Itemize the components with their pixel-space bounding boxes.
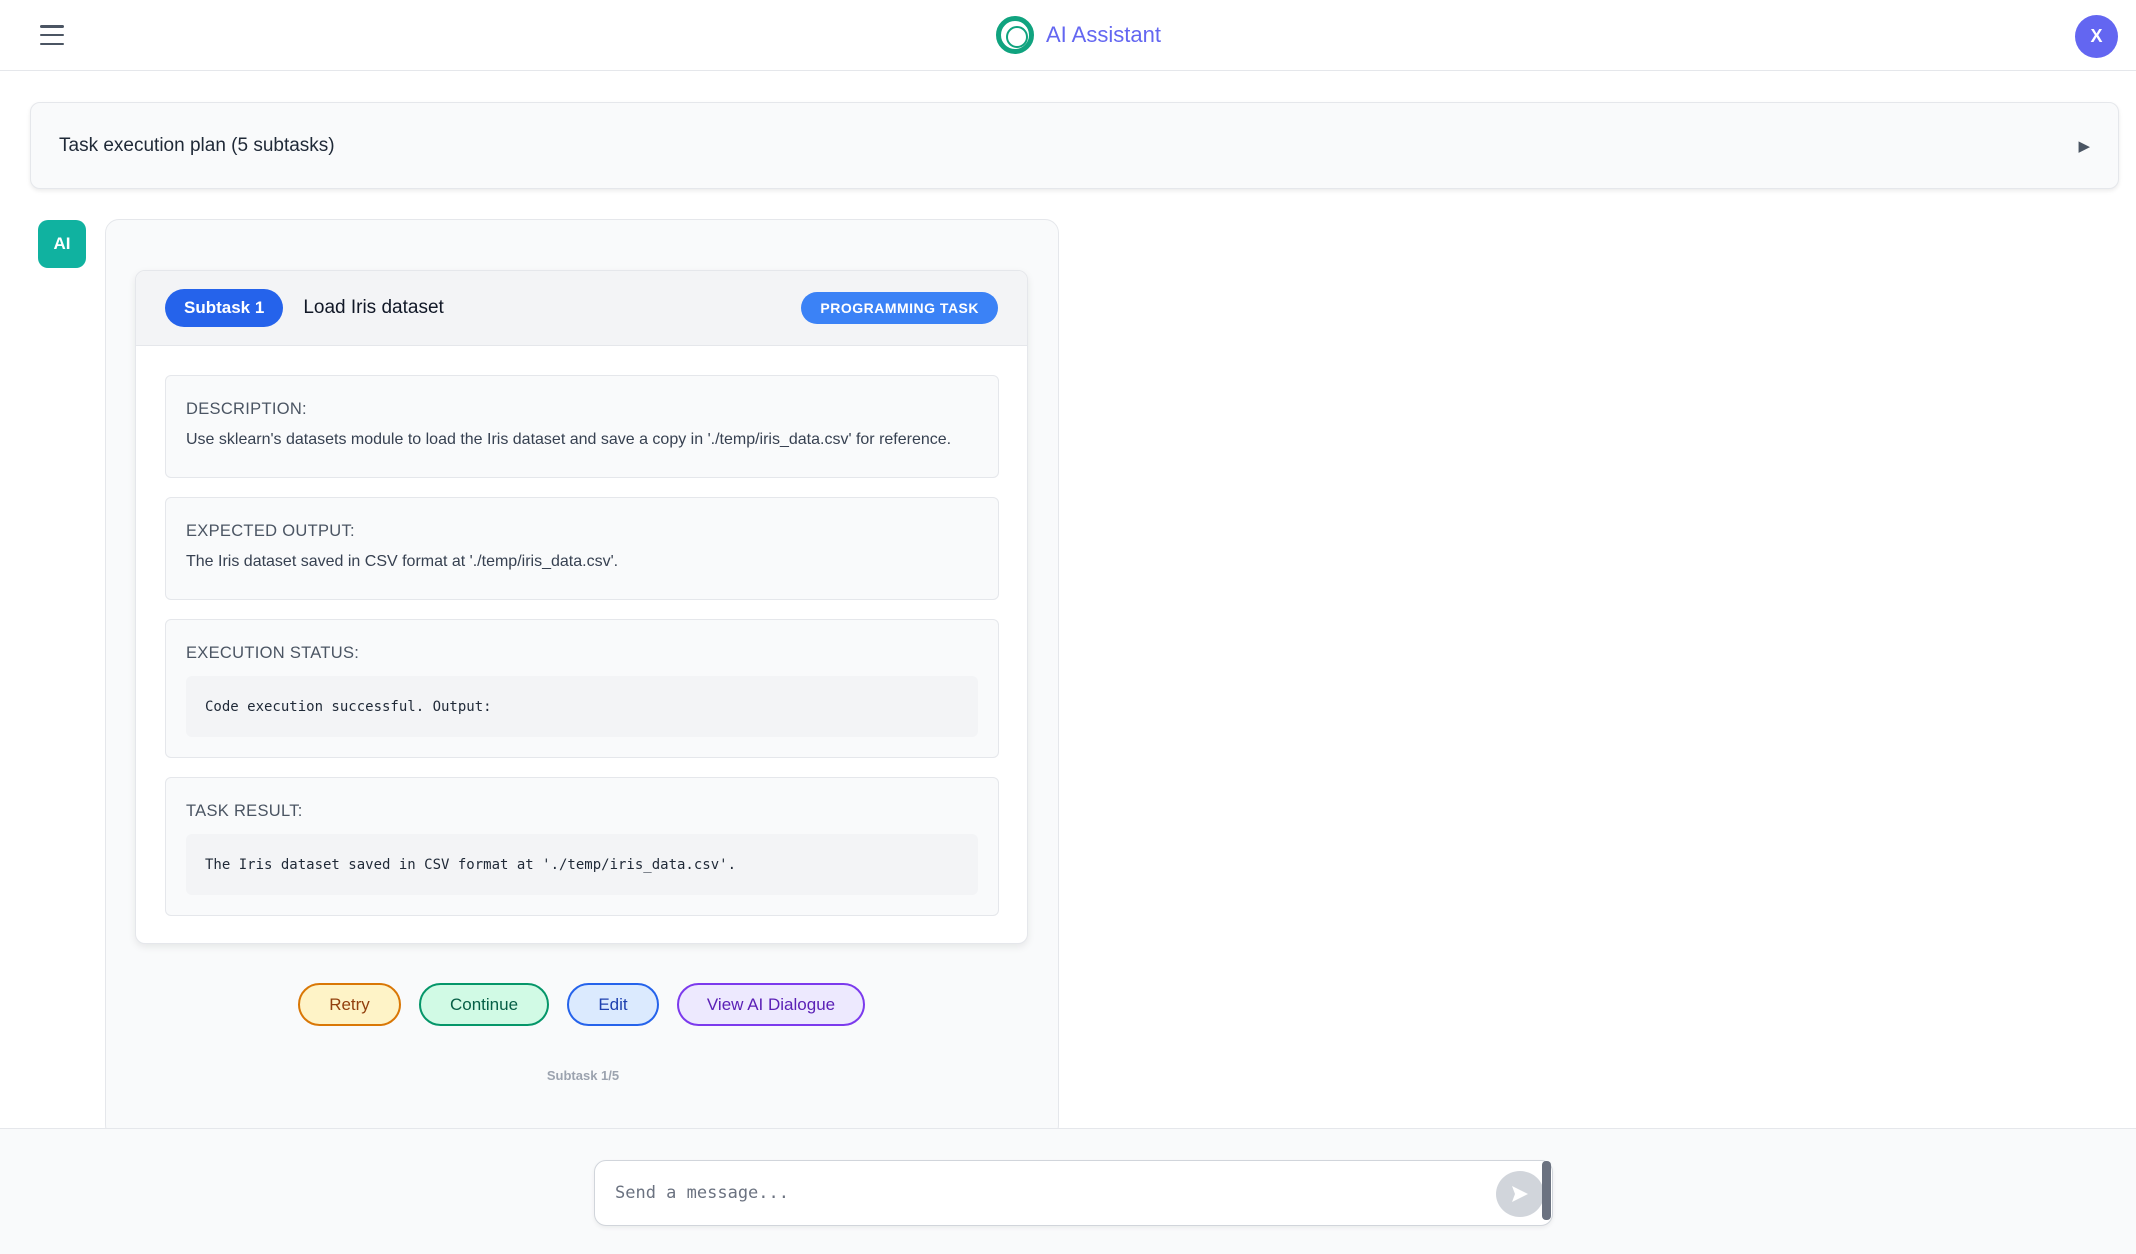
task-type-badge: PROGRAMMING TASK [801, 292, 998, 324]
task-result-section: TASK RESULT: The Iris dataset saved in C… [165, 777, 999, 916]
description-section: DESCRIPTION: Use sklearn's datasets modu… [165, 375, 999, 478]
subtask-progress: Subtask 1/5 [546, 1068, 620, 1083]
ai-avatar: AI [38, 220, 86, 268]
subtask-title: Load Iris dataset [303, 297, 444, 318]
app-title: AI Assistant [1046, 22, 1161, 47]
expected-output-text: The Iris dataset saved in CSV format at … [186, 553, 619, 570]
user-avatar[interactable]: X [2075, 15, 2118, 58]
execution-status-section: EXECUTION STATUS: Code execution success… [165, 619, 999, 758]
play-triangle-icon: ▶ [2078, 137, 2090, 155]
ring-logo-icon [996, 16, 1034, 54]
task-plan-toggle[interactable]: Task execution plan (5 subtasks) ▶ [30, 102, 2119, 189]
view-ai-dialogue-button[interactable]: View AI Dialogue [677, 983, 865, 1026]
composer-bar [0, 1128, 2136, 1254]
ai-message: Subtask 1 Load Iris dataset PROGRAMMING … [105, 219, 1059, 1139]
brand: AI Assistant [996, 14, 1161, 56]
composer [594, 1160, 1553, 1226]
task-result-label: TASK RESULT: [186, 802, 303, 820]
send-button[interactable] [1496, 1171, 1544, 1217]
message-input[interactable] [615, 1161, 1475, 1225]
description-label: DESCRIPTION: [186, 400, 307, 418]
subtask-actions: Retry Continue Edit View AI Dialogue [106, 983, 1060, 1027]
description-text: Use sklearn's datasets module to load th… [186, 431, 952, 448]
task-plan-title: Task execution plan (5 subtasks) [59, 134, 335, 156]
retry-button[interactable]: Retry [298, 983, 401, 1026]
scrollbar-thumb[interactable] [1542, 1161, 1551, 1220]
subtask-card: Subtask 1 Load Iris dataset PROGRAMMING … [135, 270, 1028, 944]
send-arrow-icon [1512, 1186, 1528, 1202]
hamburger-menu-icon[interactable] [38, 22, 66, 48]
task-result-output: The Iris dataset saved in CSV format at … [186, 834, 978, 895]
subtask-number-pill: Subtask 1 [165, 289, 284, 327]
top-header: AI Assistant X [0, 0, 2136, 71]
execution-status-label: EXECUTION STATUS: [186, 644, 360, 662]
subtask-header: Subtask 1 Load Iris dataset PROGRAMMING … [136, 271, 1027, 346]
execution-status-output: Code execution successful. Output: [186, 676, 978, 737]
edit-button[interactable]: Edit [567, 983, 659, 1026]
expected-output-section: EXPECTED OUTPUT: The Iris dataset saved … [165, 497, 999, 600]
expected-output-label: EXPECTED OUTPUT: [186, 522, 355, 540]
continue-button[interactable]: Continue [419, 983, 549, 1026]
